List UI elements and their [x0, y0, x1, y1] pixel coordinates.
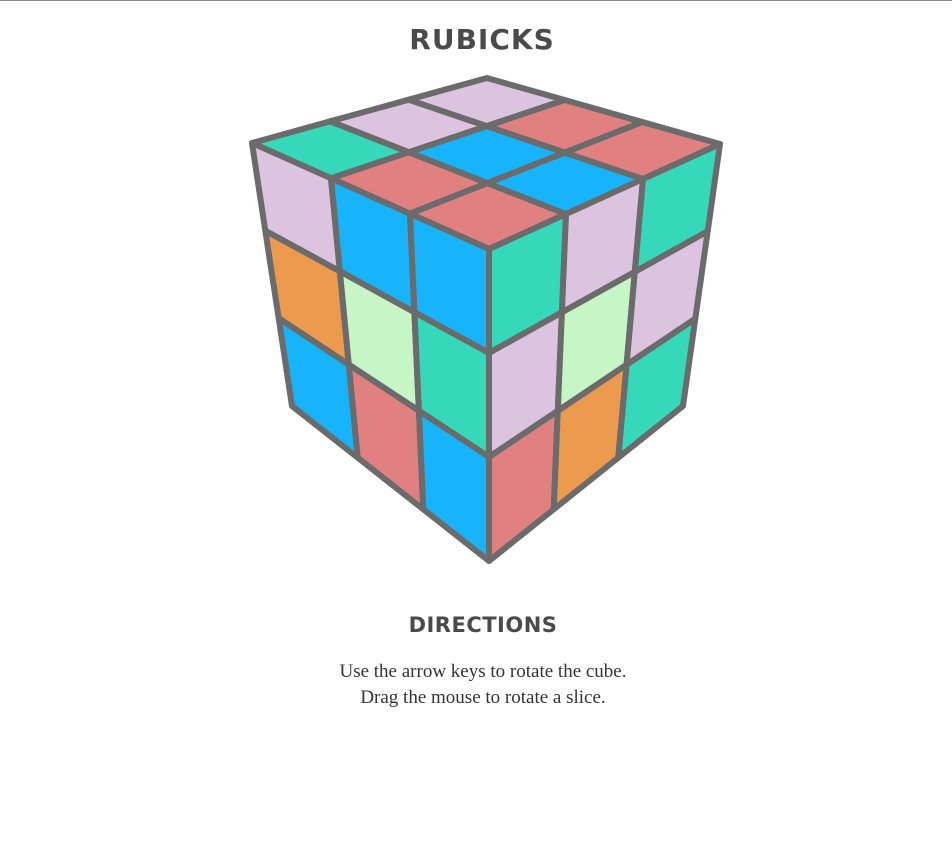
rubiks-cube[interactable]	[0, 1, 952, 601]
directions-text: Use the arrow keys to rotate the cube. D…	[0, 659, 952, 711]
directions-heading: DIRECTIONS	[408, 613, 558, 637]
rubiks-cube-stage[interactable]	[0, 1, 952, 601]
directions-line-arrow-keys: Use the arrow keys to rotate the cube.	[339, 661, 627, 682]
directions-line-drag-mouse: Drag the mouse to rotate a slice.	[360, 687, 606, 708]
